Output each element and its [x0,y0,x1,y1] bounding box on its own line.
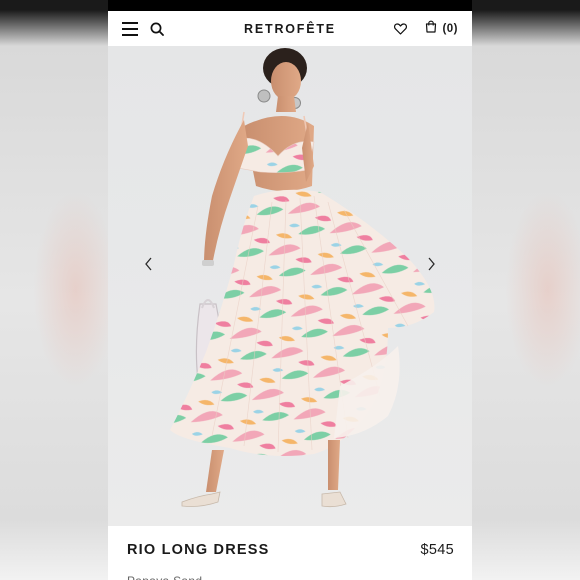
model-photo [170,48,435,508]
product-image[interactable] [108,46,472,526]
phone-screen: RETROFÊTE (0) RIO LONG DRESS $545 [108,0,472,580]
search-icon[interactable] [150,22,164,36]
product-name: RIO LONG DRESS [127,542,270,558]
product-info: RIO LONG DRESS $545 Papaya Sand [108,526,472,580]
product-price: $545 [420,542,454,558]
brand-logo[interactable]: RETROFÊTE [244,22,336,36]
hamburger-menu-icon[interactable] [122,21,138,36]
status-bar [108,0,472,11]
top-nav: RETROFÊTE (0) [108,11,472,46]
shopping-bag-icon [425,20,437,38]
chevron-right-icon[interactable] [419,252,443,276]
background-blur-right [472,0,580,580]
heart-icon[interactable] [394,22,408,35]
chevron-left-icon[interactable] [137,252,161,276]
cart-button[interactable]: (0) [425,20,458,38]
product-color: Papaya Sand [127,574,202,580]
cart-count: (0) [442,22,458,35]
background-blur-left [0,0,108,580]
